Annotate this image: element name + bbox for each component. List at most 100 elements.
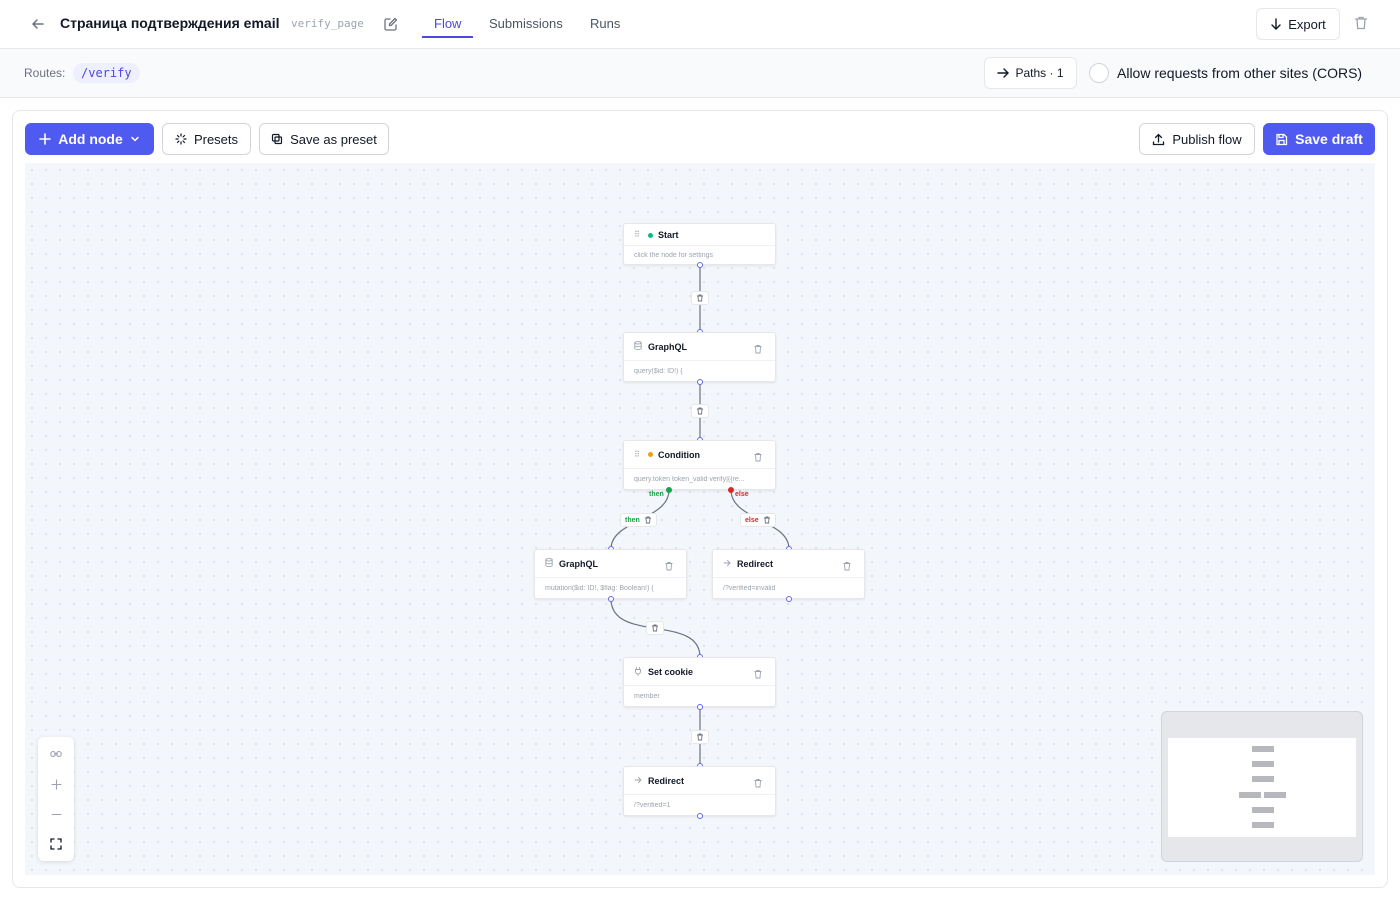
routes-bar: Routes: /verify Paths · 1 Allow requests… xyxy=(0,49,1400,98)
page-slug: verify_page xyxy=(291,17,364,30)
presets-button[interactable]: Presets xyxy=(162,123,251,155)
delete-page-button[interactable] xyxy=(1353,15,1371,33)
fullscreen-icon xyxy=(50,838,62,850)
edge-delete-button[interactable] xyxy=(691,730,709,744)
presets-label: Presets xyxy=(193,131,239,147)
drag-handle-icon[interactable]: ⠿ xyxy=(634,450,640,460)
route-chip[interactable]: /verify xyxy=(73,63,140,83)
output-handle[interactable] xyxy=(608,596,614,602)
minimap-node xyxy=(1252,807,1274,813)
node-title: Redirect xyxy=(648,776,685,786)
output-handle[interactable] xyxy=(697,379,703,385)
node-header: ⠿ Condition xyxy=(624,441,775,469)
node-graphql-mutation[interactable]: GraphQL mutation($id: ID!, $flag: Boolea… xyxy=(534,549,687,599)
edge-delete-button[interactable] xyxy=(691,291,709,305)
minimap[interactable] xyxy=(1161,711,1363,862)
output-handle[interactable] xyxy=(697,813,703,819)
else-handle[interactable] xyxy=(728,487,734,493)
save-icon xyxy=(1276,133,1288,145)
save-draft-button[interactable]: Save draft xyxy=(1263,123,1375,155)
node-condition[interactable]: ⠿ Condition query.token token_valid veri… xyxy=(623,440,776,490)
arrow-left-icon xyxy=(31,19,44,29)
then-handle[interactable] xyxy=(666,487,672,493)
minimap-node xyxy=(1252,822,1274,828)
output-handle[interactable] xyxy=(697,262,703,268)
edit-title-icon[interactable] xyxy=(383,16,399,32)
node-delete-button[interactable] xyxy=(753,450,763,462)
minimap-node xyxy=(1252,761,1274,767)
node-header: Set cookie xyxy=(624,658,775,686)
node-redirect-invalid[interactable]: Redirect /?verified=invalid xyxy=(712,549,865,599)
node-subtitle: query($id: ID!) { xyxy=(634,368,683,375)
node-delete-button[interactable] xyxy=(753,342,763,354)
arrow-right-icon xyxy=(634,776,642,787)
minimap-node xyxy=(1252,746,1274,752)
node-redirect-verified[interactable]: Redirect /?verified=1 xyxy=(623,766,776,816)
trash-icon xyxy=(754,670,762,679)
link-icon xyxy=(50,750,62,758)
node-title: Set cookie xyxy=(648,667,694,677)
tab-flow[interactable]: Flow xyxy=(434,16,461,31)
cors-checkbox[interactable] xyxy=(1089,63,1109,83)
save-as-preset-button[interactable]: Save as preset xyxy=(259,123,389,155)
minimap-node xyxy=(1239,792,1261,798)
trash-icon xyxy=(644,516,651,524)
then-edge-chip[interactable]: then xyxy=(620,513,657,527)
trash-icon xyxy=(754,453,762,462)
node-title: GraphQL xyxy=(559,559,599,569)
cors-label: Allow requests from other sites (CORS) xyxy=(1117,65,1363,81)
else-handle-label: else xyxy=(735,491,749,498)
tab-runs[interactable]: Runs xyxy=(590,16,620,31)
edge-delete-button[interactable] xyxy=(691,404,709,418)
minimap-node xyxy=(1264,792,1286,798)
node-header: ⠿ Start xyxy=(624,224,775,246)
arrow-right-icon xyxy=(723,559,731,570)
output-handle[interactable] xyxy=(786,596,792,602)
minus-icon xyxy=(50,813,62,815)
trash-icon xyxy=(652,624,658,632)
trash-icon xyxy=(697,294,703,302)
node-title: Condition xyxy=(658,450,700,460)
minimap-node xyxy=(1252,776,1274,782)
status-dot xyxy=(648,452,653,457)
else-edge-chip[interactable]: else xyxy=(740,513,776,527)
node-start[interactable]: ⠿ Start click the node for settings xyxy=(623,223,776,265)
node-delete-button[interactable] xyxy=(753,667,763,679)
page-title: Страница подтверждения email xyxy=(60,15,280,31)
then-edge-label: then xyxy=(625,516,640,524)
node-subtitle: click the node for settings xyxy=(634,252,713,259)
add-node-button[interactable]: Add node xyxy=(25,123,154,155)
node-title: GraphQL xyxy=(648,342,688,352)
trash-icon xyxy=(754,345,762,354)
node-delete-button[interactable] xyxy=(664,559,674,571)
node-set-cookie[interactable]: Set cookie member xyxy=(623,657,776,707)
drag-handle-icon[interactable]: ⠿ xyxy=(634,230,640,240)
trash-icon xyxy=(763,516,770,524)
loader-icon xyxy=(175,133,187,145)
node-subtitle: /?verified=invalid xyxy=(723,585,776,592)
back-button[interactable] xyxy=(28,14,48,34)
edge-delete-button[interactable] xyxy=(646,621,664,635)
publish-flow-label: Publish flow xyxy=(1172,131,1242,147)
node-delete-button[interactable] xyxy=(842,559,852,571)
node-delete-button[interactable] xyxy=(753,776,763,788)
then-handle-label: then xyxy=(649,491,664,498)
save-draft-label: Save draft xyxy=(1295,131,1363,147)
node-graphql-query[interactable]: GraphQL query($id: ID!) { xyxy=(623,332,776,382)
node-title: Redirect xyxy=(737,559,774,569)
save-as-preset-label: Save as preset xyxy=(290,131,377,147)
zoom-in-button[interactable] xyxy=(38,769,74,799)
plus-icon xyxy=(50,778,62,790)
active-tab-indicator xyxy=(422,36,473,38)
output-handle[interactable] xyxy=(697,704,703,710)
export-button[interactable]: Export xyxy=(1256,8,1340,40)
fit-view-button[interactable] xyxy=(38,829,74,859)
node-subtitle: /?verified=1 xyxy=(634,802,671,809)
zoom-out-button[interactable] xyxy=(38,799,74,829)
tab-submissions[interactable]: Submissions xyxy=(489,16,563,31)
paths-button[interactable]: Paths · 1 xyxy=(984,57,1077,89)
publish-flow-button[interactable]: Publish flow xyxy=(1139,123,1255,155)
chevron-down-icon xyxy=(131,136,139,142)
toggle-interactivity-button[interactable] xyxy=(38,739,74,769)
routes-label: Routes: xyxy=(24,66,66,80)
